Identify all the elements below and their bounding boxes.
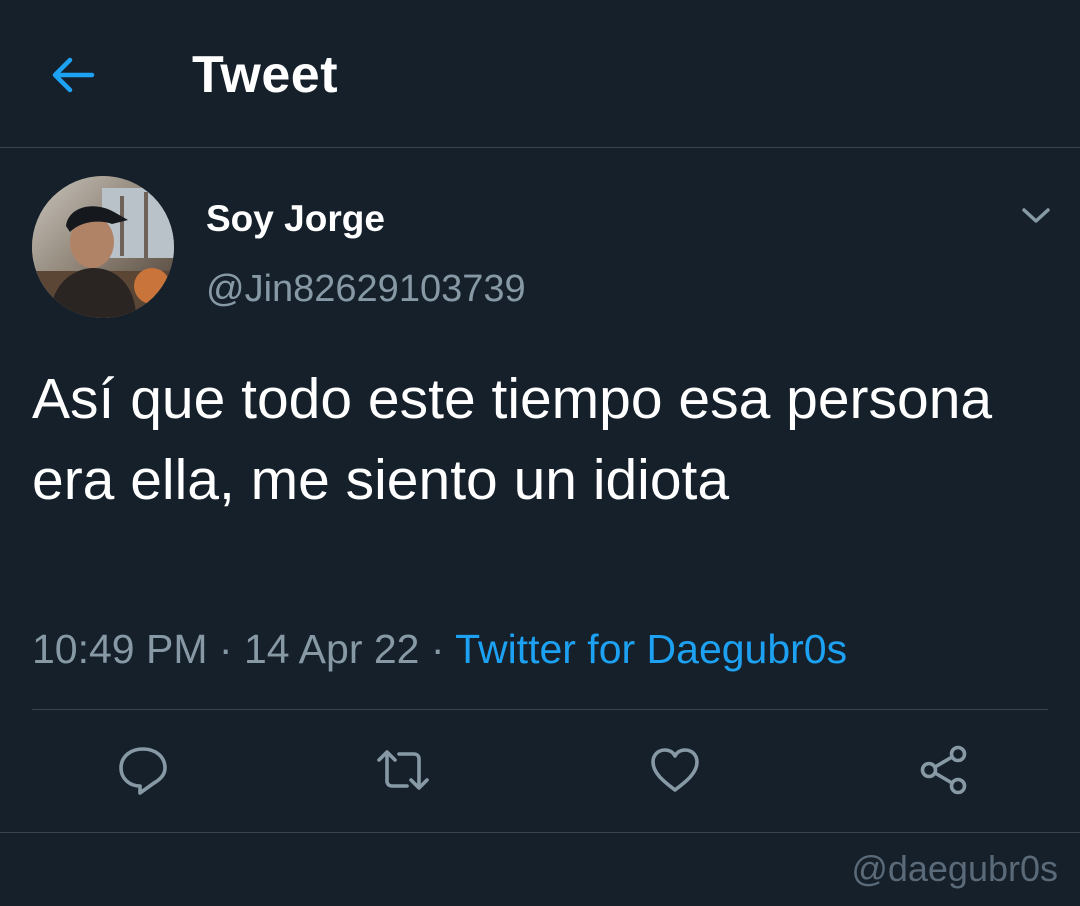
meta-separator: · <box>419 626 456 672</box>
tweet-text: Así que todo este tiempo esa persona era… <box>32 367 993 512</box>
tweet-time: 10:49 PM <box>32 626 208 672</box>
page-title: Tweet <box>192 46 339 104</box>
tweet-menu-button[interactable] <box>1014 196 1058 236</box>
retweet-icon <box>377 750 429 790</box>
tweet-meta: 10:49 PM · 14 Apr 22 · Twitter for Daegu… <box>32 624 847 674</box>
avatar[interactable] <box>32 176 174 318</box>
heart-icon <box>651 748 699 792</box>
tweet-date: 14 Apr 22 <box>243 626 420 672</box>
author-handle[interactable]: @Jin82629103739 <box>206 266 526 312</box>
tweet-source-link[interactable]: Twitter for Daegubr0s <box>455 626 847 672</box>
share-icon <box>920 745 967 795</box>
meta-separator: · <box>207 626 244 672</box>
author-display-name[interactable]: Soy Jorge <box>206 196 385 242</box>
app-header: Tweet <box>0 0 1080 148</box>
share-button[interactable] <box>914 740 974 800</box>
retweet-button[interactable] <box>373 740 433 800</box>
arrow-left-icon <box>52 57 95 93</box>
speech-bubble-icon <box>119 747 167 795</box>
reply-button[interactable] <box>113 740 173 800</box>
like-button[interactable] <box>645 740 705 800</box>
chevron-down-icon <box>1022 208 1050 223</box>
divider <box>0 832 1080 833</box>
watermark: @daegubr0s <box>851 848 1058 889</box>
profile-photo <box>32 176 174 318</box>
divider <box>32 709 1048 710</box>
back-button[interactable] <box>46 50 100 100</box>
